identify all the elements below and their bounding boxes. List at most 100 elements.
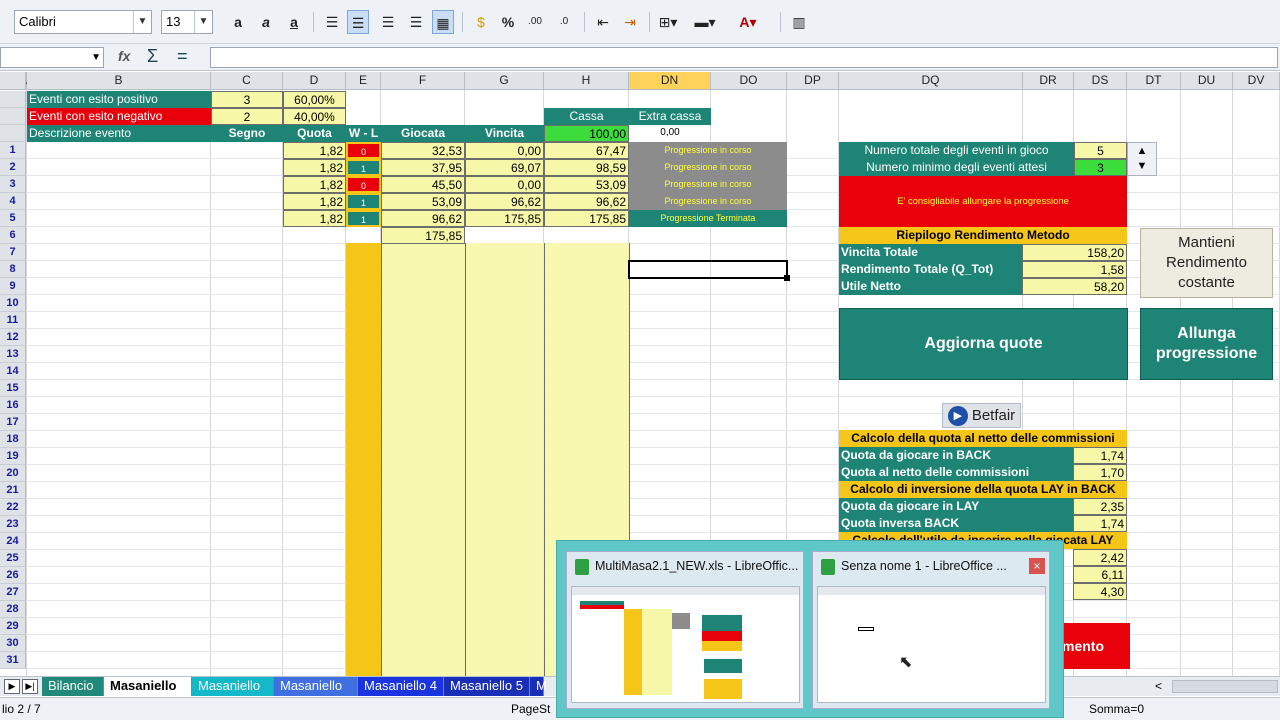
column-header-dp[interactable]: DP (787, 72, 839, 90)
row-header-7[interactable]: 7 (0, 244, 26, 261)
column-header-dr[interactable]: DR (1023, 72, 1074, 90)
sheet-tab-3[interactable]: Masaniello 2 (192, 677, 274, 711)
row-header-17[interactable]: 17 (0, 414, 26, 431)
giocata-cell[interactable]: 32,53 (381, 142, 465, 159)
formula-input[interactable] (210, 47, 1278, 68)
row-header-21[interactable]: 21 (0, 482, 26, 499)
chevron-down-icon[interactable]: ▼ (133, 11, 151, 33)
allunga-button[interactable]: Allunga progressione (1140, 308, 1273, 380)
window-preview-2[interactable]: Senza nome 1 - LibreOffice ... × ⬉ (812, 551, 1050, 709)
inversa-value[interactable]: 1,74 (1073, 515, 1127, 532)
row-header-9[interactable]: 9 (0, 278, 26, 295)
column-header-ds[interactable]: DS (1074, 72, 1127, 90)
currency-icon[interactable]: $ (470, 10, 492, 34)
row-header-6[interactable]: 6 (0, 227, 26, 244)
row-header-3[interactable]: 3 (0, 176, 26, 193)
column-header-do[interactable]: DO (711, 72, 787, 90)
quota-cell[interactable]: 1,82 (283, 210, 346, 227)
sheet-tab-5[interactable]: Masaniello 4 (358, 677, 444, 696)
vincita-cell[interactable]: 175,85 (465, 210, 544, 227)
name-box[interactable]: ▼ (0, 47, 104, 68)
vincita-totale-value[interactable]: 158,20 (1022, 244, 1127, 261)
equals-icon[interactable]: = (177, 46, 188, 67)
utile-value-26[interactable]: 6,11 (1073, 566, 1127, 583)
row-header-1[interactable]: 1 (0, 142, 26, 159)
row-header-5[interactable]: 5 (0, 210, 26, 227)
wl-cell[interactable]: 1 (346, 159, 381, 176)
page-style[interactable]: PageSt (511, 698, 550, 720)
row-header-15[interactable]: 15 (0, 380, 26, 397)
sheet-tab-1[interactable]: Bilancio (42, 677, 104, 696)
merge-cells-icon[interactable]: ▦ (432, 10, 454, 34)
row-header-24[interactable]: 24 (0, 533, 26, 550)
bold-icon[interactable]: a (227, 10, 249, 34)
sheet-tab-7[interactable]: M (530, 677, 547, 696)
column-header-d[interactable]: D (283, 72, 346, 90)
row-header-16[interactable]: 16 (0, 397, 26, 414)
netto-value[interactable]: 1,70 (1073, 464, 1127, 481)
row-header-20[interactable]: 20 (0, 465, 26, 482)
font-name-combo[interactable]: Calibri ▼ (14, 10, 152, 34)
font-size-combo[interactable]: 13 ▼ (161, 10, 213, 34)
row-header-13[interactable]: 13 (0, 346, 26, 363)
background-color-icon[interactable]: ▬▾ (694, 10, 716, 34)
column-header-du[interactable]: DU (1181, 72, 1233, 90)
wl-cell[interactable]: 1 (346, 193, 381, 210)
rendimento-value[interactable]: 1,58 (1022, 261, 1127, 278)
scroll-left-icon[interactable]: < (1155, 679, 1162, 693)
back-value[interactable]: 1,74 (1073, 447, 1127, 464)
column-header-b[interactable]: B (27, 72, 211, 90)
align-right-icon[interactable]: ☰ (377, 10, 399, 34)
cassa-initial[interactable]: 100,00 (544, 125, 629, 142)
row-header-23[interactable]: 23 (0, 516, 26, 533)
align-center-icon[interactable]: ☰ (347, 10, 369, 34)
negative-events-pct[interactable]: 40,00% (283, 108, 346, 125)
row-header-8[interactable]: 8 (0, 261, 26, 278)
extra-cassa-value[interactable]: 0,00 (629, 125, 711, 142)
vincita-cell[interactable]: 96,62 (465, 193, 544, 210)
borders-icon[interactable]: ⊞▾ (657, 10, 679, 34)
column-header-dt[interactable]: DT (1127, 72, 1181, 90)
wl-cell[interactable]: 1 (346, 210, 381, 227)
row-header-30[interactable]: 30 (0, 635, 26, 652)
row-header-14[interactable]: 14 (0, 363, 26, 380)
giocata-cell[interactable]: 53,09 (381, 193, 465, 210)
cassa-cell[interactable]: 98,59 (544, 159, 629, 176)
row-header-29[interactable]: 29 (0, 618, 26, 635)
row-header[interactable] (0, 108, 26, 125)
betfair-button[interactable]: ▶ Betfair (942, 403, 1021, 428)
vincita-cell[interactable]: 69,07 (465, 159, 544, 176)
column-header-f[interactable]: F (381, 72, 465, 90)
justify-icon[interactable]: ☰ (405, 10, 427, 34)
positive-events-pct[interactable]: 60,00% (283, 91, 346, 108)
column-header-dq[interactable]: DQ (839, 72, 1023, 90)
chevron-down-icon[interactable]: ▼ (91, 48, 101, 67)
decrease-indent-icon[interactable]: ⇤ (592, 10, 614, 34)
cassa-cell[interactable]: 67,47 (544, 142, 629, 159)
row-header-27[interactable]: 27 (0, 584, 26, 601)
negative-events-count[interactable]: 2 (211, 108, 283, 125)
mantieni-button[interactable]: Mantieni Rendimento costante (1140, 228, 1273, 298)
fill-handle[interactable] (784, 275, 790, 281)
wl-cell[interactable]: 0 (346, 142, 381, 159)
giocata-cell[interactable]: 37,95 (381, 159, 465, 176)
quota-cell[interactable]: 1,82 (283, 176, 346, 193)
align-left-icon[interactable]: ☰ (321, 10, 343, 34)
arrow-down-icon[interactable]: ▼ (1137, 159, 1148, 174)
spin-button[interactable]: ▲ ▼ (1127, 142, 1157, 176)
chevron-down-icon[interactable]: ▼ (194, 11, 212, 33)
sheet-tab-4[interactable]: Masaniello 3 (274, 677, 358, 711)
sheet-tab-6[interactable]: Masaniello 5 (444, 677, 530, 696)
quota-cell[interactable]: 1,82 (283, 193, 346, 210)
positive-events-count[interactable]: 3 (211, 91, 283, 108)
quota-cell[interactable]: 1,82 (283, 142, 346, 159)
italic-icon[interactable]: a (255, 10, 277, 34)
function-wizard-icon[interactable]: fx (118, 48, 130, 64)
close-icon[interactable]: × (1029, 558, 1045, 574)
lay-value[interactable]: 2,35 (1073, 498, 1127, 515)
percent-icon[interactable]: % (497, 10, 519, 34)
window-preview-1[interactable]: MultiMasa2.1_NEW.xls - LibreOffic... (566, 551, 804, 709)
row-header-10[interactable]: 10 (0, 295, 26, 312)
tab-prev-icon[interactable]: ▶ (4, 679, 20, 694)
row-header-18[interactable]: 18 (0, 431, 26, 448)
